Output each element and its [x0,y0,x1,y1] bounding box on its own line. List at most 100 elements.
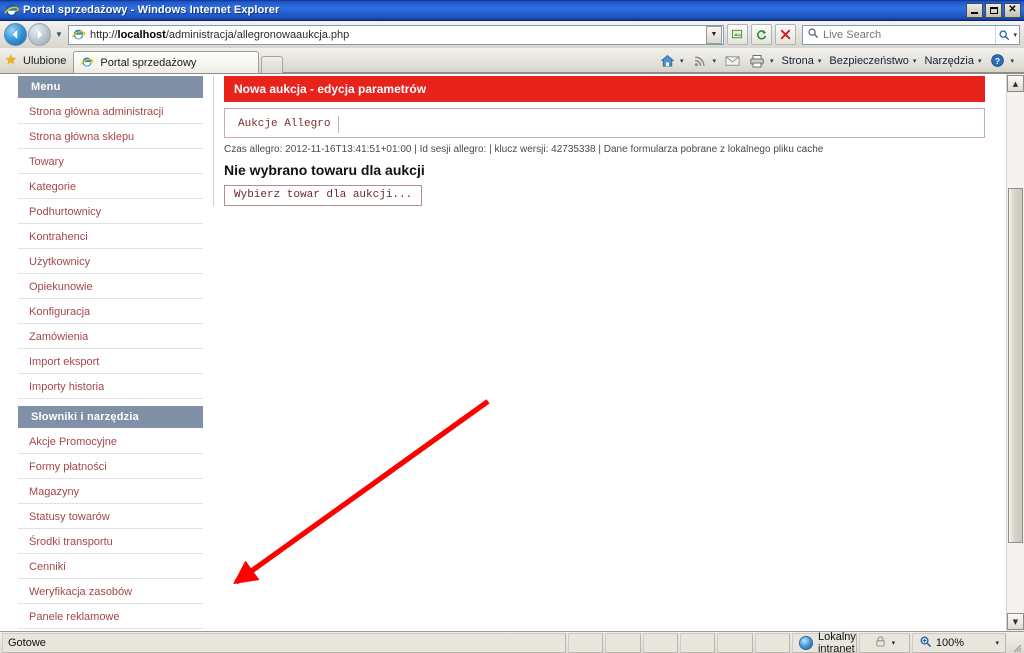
zoom-level-label: 100% [935,636,964,649]
back-button[interactable] [4,23,27,46]
sidebar-link[interactable]: Towary [29,156,64,168]
sidebar-item-zamowienia[interactable]: Zamówienia [18,324,203,349]
sidebar-item-towary[interactable]: Towary [18,149,203,174]
sidebar-item-importy-historia[interactable]: Importy historia [18,374,203,399]
sidebar-link[interactable]: Środki transportu [29,536,113,548]
sidebar-link[interactable]: Formy płatności [29,461,107,473]
home-button[interactable]: ▾ [655,51,688,71]
sidebar-link[interactable]: Opiekunowie [29,281,93,293]
sidebar-link[interactable]: Statusy towarów [29,511,110,523]
sidebar-link[interactable]: Kategorie [29,181,76,193]
help-button[interactable]: ? ▾ [985,51,1018,71]
tab-aukcje-allegro[interactable]: Aukcje Allegro [230,116,340,133]
forward-button[interactable] [28,23,51,46]
zoom-caret-icon[interactable]: ▾ [996,639,1000,647]
vertical-scrollbar[interactable]: ▲ ▼ [1006,74,1024,631]
sidebar-item-kontrahenci[interactable]: Kontrahenci [18,224,203,249]
sidebar-item-panele-reklamowe[interactable]: Panele reklamowe [18,604,203,629]
read-mail-button[interactable] [720,51,745,71]
sidebar-link[interactable]: Kontrahenci [29,231,88,243]
menu-strona[interactable]: Strona ▾ [777,51,825,71]
svg-text:?: ? [995,56,1000,66]
status-cell-4 [680,632,716,653]
sidebar-link[interactable]: Import eksport [29,356,99,368]
url-prefix: http:// [90,28,118,41]
favorites-button[interactable]: ★ Ulubione [0,49,73,72]
security-zone-panel[interactable]: Lokalny intranet [791,631,857,653]
resize-grip[interactable] [1008,633,1022,653]
sidebar-link[interactable]: Panele reklamowe [29,611,120,623]
print-caret-icon[interactable]: ▾ [770,57,774,65]
protected-mode-caret-icon[interactable]: ▾ [892,639,896,647]
sidebar-item-kategorie[interactable]: Kategorie [18,174,203,199]
sidebar-link[interactable]: Weryfikacja zasobów [29,586,132,598]
sidebar-link[interactable]: Zamówienia [29,331,88,343]
sidebar-link[interactable]: Importy historia [29,381,104,393]
sidebar-link[interactable]: Cenniki [29,561,66,573]
help-caret-icon[interactable]: ▾ [1010,57,1014,65]
minimize-button[interactable] [966,2,983,18]
intranet-globe-icon [798,635,813,650]
status-cell-3 [642,632,679,653]
maximize-icon [989,6,998,14]
search-provider-caret-icon[interactable]: ▾ [1013,31,1017,39]
sidebar-link[interactable]: Strona główna administracji [29,106,164,118]
sidebar-item-opiekunowie[interactable]: Opiekunowie [18,274,203,299]
search-input[interactable]: Live Search ▾ [802,24,1020,45]
rss-icon [691,53,708,69]
page-favicon-icon [71,27,86,42]
stop-button[interactable] [775,24,796,45]
sidebar-item-formy-platnosci[interactable]: Formy płatności [18,454,203,479]
sidebar-link[interactable]: Konfiguracja [29,306,90,318]
feeds-button[interactable]: ▾ [687,51,720,71]
sidebar-item-strona-glowna-administracji[interactable]: Strona główna administracji [18,99,203,124]
sidebar-link[interactable]: Podhurtownicy [29,206,101,218]
print-button[interactable]: ▾ [745,51,778,71]
sidebar-item-uzytkownicy[interactable]: Użytkownicy [18,249,203,274]
home-caret-icon[interactable]: ▾ [680,57,684,65]
sidebar-item-weryfikacja-zasobow[interactable]: Weryfikacja zasobów [18,579,203,604]
tab-portal-sprzedazowy[interactable]: Portal sprzedażowy [73,51,260,73]
menu-bezpieczenstwo[interactable]: Bezpieczeństwo ▾ [825,51,920,71]
sidebar-item-srodki-transportu[interactable]: Środki transportu [18,529,203,554]
scroll-up-button[interactable]: ▲ [1007,75,1024,92]
zoom-panel[interactable]: 100% ▾ [911,632,1007,653]
sidebar-item-import-eksport[interactable]: Import eksport [18,349,203,374]
sidebar-link[interactable]: Użytkownicy [29,256,90,268]
zoom-icon [919,635,932,651]
sidebar-item-cenniki[interactable]: Cenniki [18,554,203,579]
sidebar-link[interactable]: Akcje Promocyjne [29,436,117,448]
sidebar-item-podhurtownicy[interactable]: Podhurtownicy [18,199,203,224]
scrollbar-thumb[interactable] [1008,188,1023,543]
protected-mode-panel[interactable]: ▾ [858,632,910,653]
recent-pages-caret-icon[interactable]: ▼ [52,30,66,39]
page-viewport: Menu Strona główna administracji Strona … [0,73,1024,631]
sidebar-item-statusy-towarow[interactable]: Statusy towarów [18,504,203,529]
new-tab-button[interactable] [261,56,284,73]
status-text-panel: Gotowe [2,632,567,653]
feeds-caret-icon[interactable]: ▾ [712,57,716,65]
address-dropdown-icon[interactable]: ▼ [706,25,722,44]
close-button[interactable]: ✕ [1004,2,1021,18]
compatibility-view-button[interactable] [727,24,748,45]
menu-narzedzia[interactable]: Narzędzia ▾ [920,51,985,71]
favorites-label: Ulubione [23,54,67,67]
sidebar-item-strona-glowna-sklepu[interactable]: Strona główna sklepu [18,124,203,149]
scrollbar-track[interactable] [1007,93,1024,612]
sidebar-item-konfiguracja[interactable]: Konfiguracja [18,299,203,324]
home-icon [659,53,676,69]
bezpieczenstwo-caret-icon: ▾ [912,57,917,65]
maximize-button[interactable] [985,2,1002,18]
sidebar-item-akcje-promocyjne[interactable]: Akcje Promocyjne [18,429,203,454]
sidebar-link[interactable]: Magazyny [29,486,79,498]
address-input[interactable]: http://localhost/administracja/allegrono… [68,24,724,45]
search-submit[interactable]: ▾ [995,25,1019,44]
scroll-up-icon: ▲ [1012,79,1019,88]
sidebar-item-magazyny[interactable]: Magazyny [18,479,203,504]
scroll-down-button[interactable]: ▼ [1007,613,1024,630]
sidebar-link[interactable]: Strona główna sklepu [29,131,134,143]
address-text: http://localhost/administracja/allegrono… [90,29,706,41]
pick-item-button[interactable]: Wybierz towar dla aukcji... [224,185,423,206]
sidebar-section-title-slowniki: Słowniki i narzędzia [18,406,203,428]
refresh-button[interactable] [751,24,772,45]
